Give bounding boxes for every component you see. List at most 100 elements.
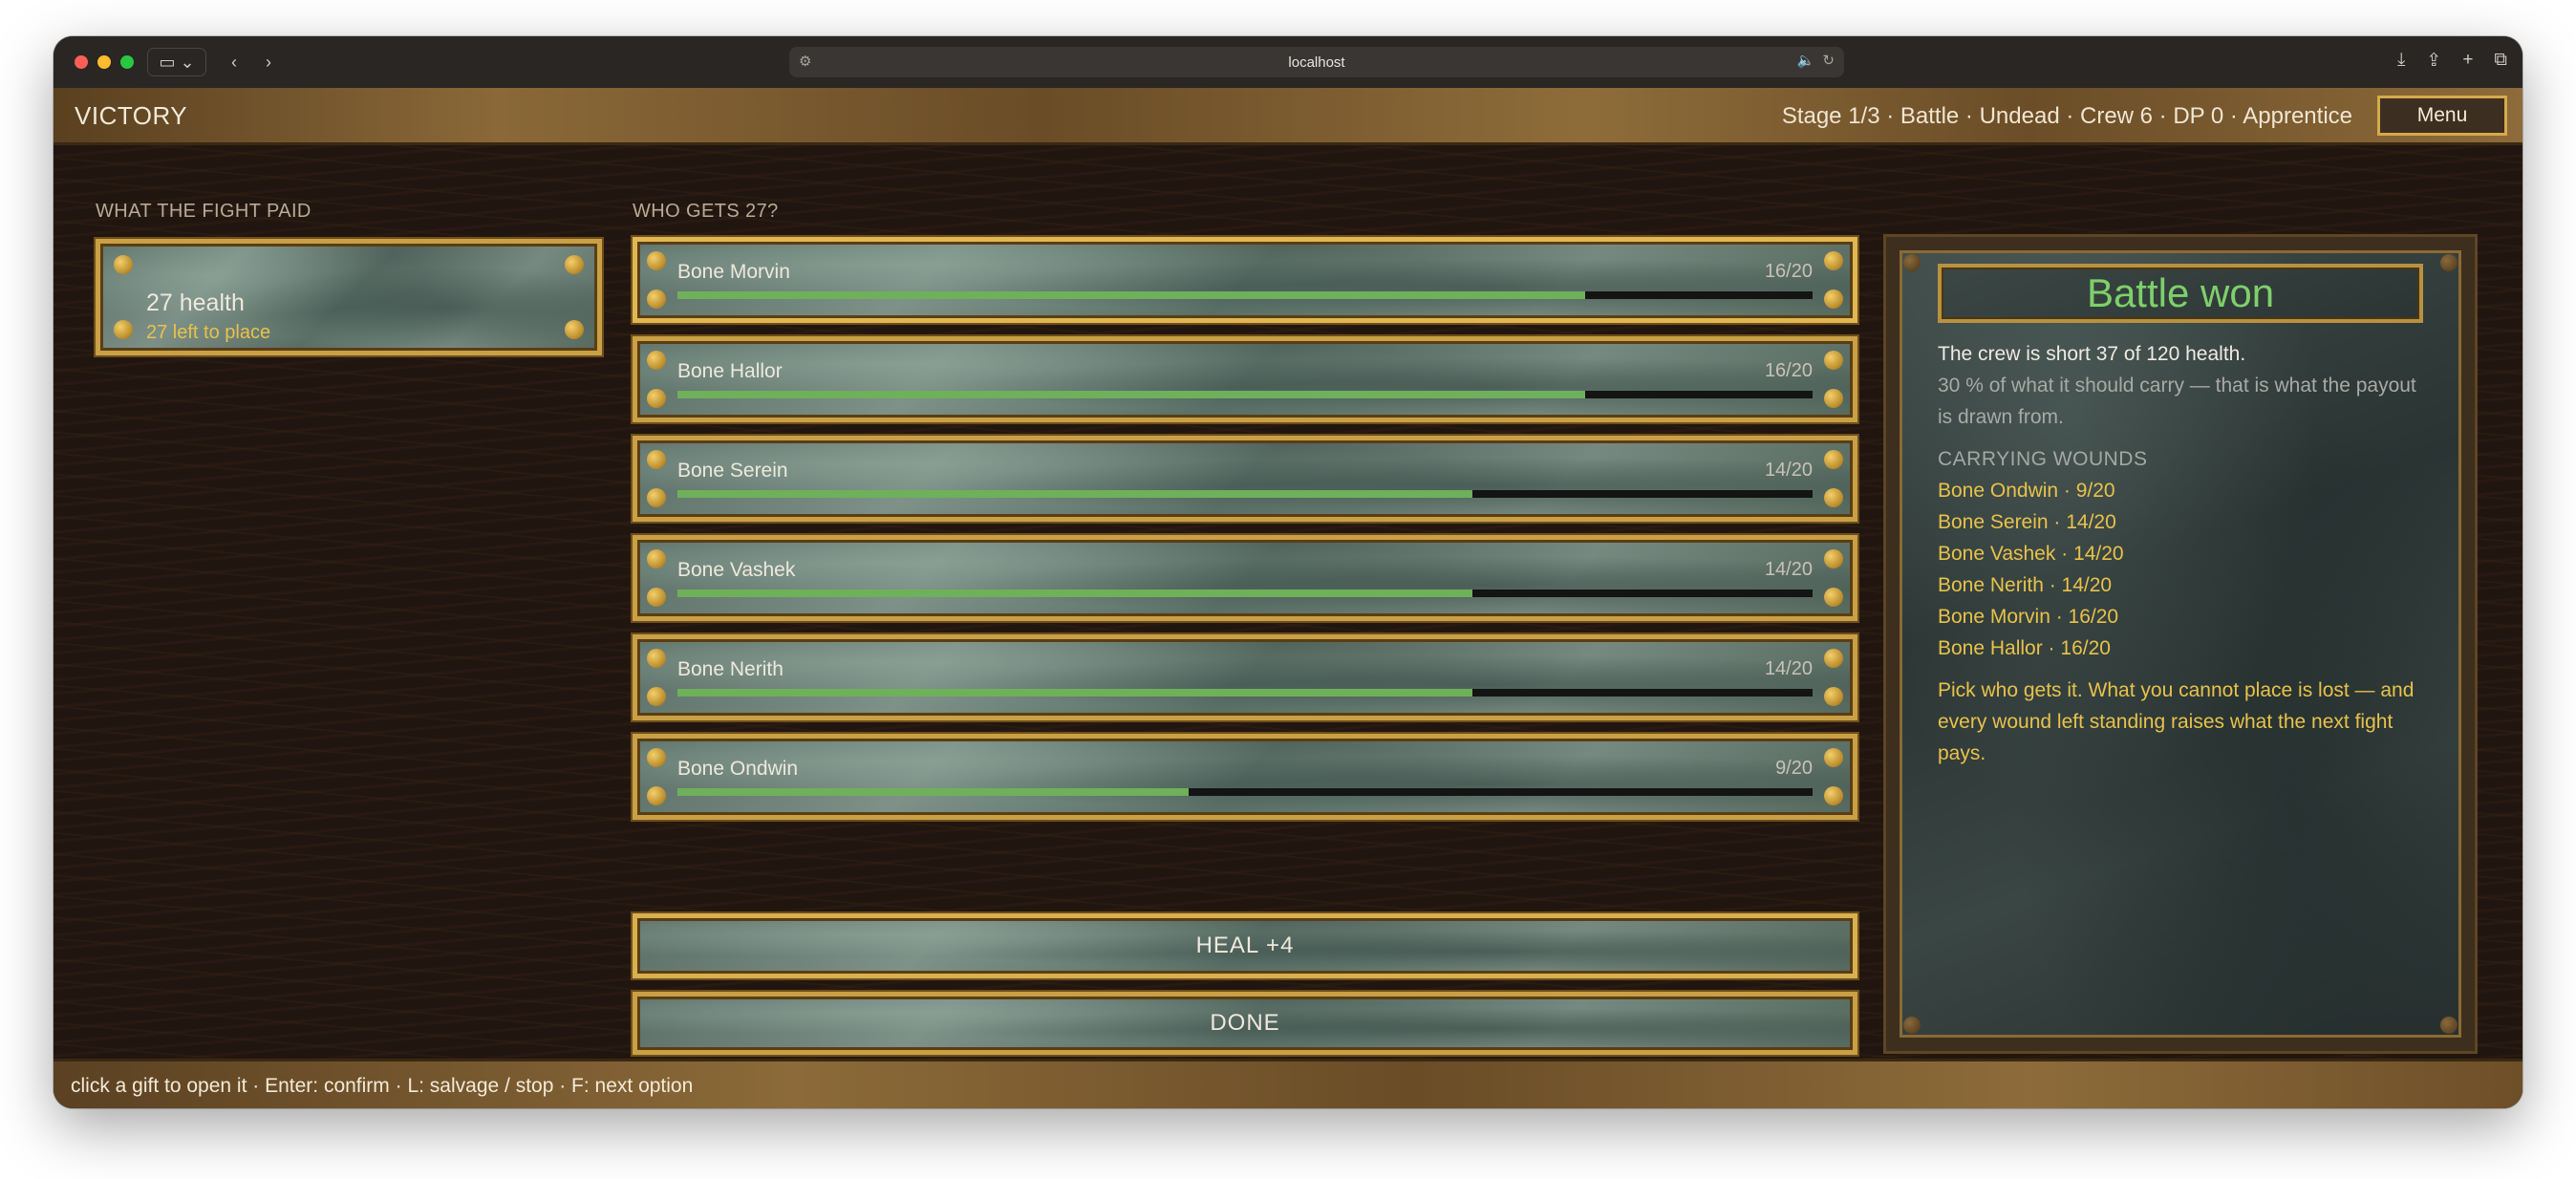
- rivet-icon: [1824, 389, 1843, 408]
- rivet-icon: [647, 786, 666, 805]
- hp-bar: [677, 490, 1813, 498]
- hp-bar: [677, 391, 1813, 398]
- rivet-icon: [647, 450, 666, 469]
- wounds-list: Bone Ondwin · 9/20 Bone Serein · 14/20 Bon…: [1938, 475, 2435, 664]
- hp-bar: [677, 291, 1813, 299]
- hp-bar: [677, 689, 1813, 697]
- hp-bar: [677, 788, 1813, 796]
- zoom-window-button[interactable]: [120, 55, 134, 69]
- rivet-icon: [1903, 1017, 1921, 1034]
- crew-row[interactable]: Bone Hallor 16/20: [633, 336, 1857, 422]
- crew-name: Bone Hallor: [677, 360, 783, 382]
- game-screen: VICTORY Stage 1/3 · Battle · Undead · Cr…: [54, 88, 2522, 1108]
- rivet-icon: [647, 649, 666, 668]
- instruction-text: Pick who gets it. What you cannot place …: [1938, 679, 2415, 764]
- wound-entry: Bone Vashek · 14/20: [1938, 543, 2124, 565]
- address-text: localhost: [1288, 54, 1345, 71]
- crew-hp-text: 16/20: [1764, 360, 1813, 381]
- crew-row[interactable]: Bone Morvin 16/20: [633, 237, 1857, 323]
- panel-title: Battle won: [1938, 264, 2423, 323]
- rivet-icon: [565, 255, 584, 274]
- rivet-icon: [1824, 488, 1843, 507]
- rivet-icon: [647, 251, 666, 270]
- site-settings-icon[interactable]: ⚙: [799, 53, 811, 70]
- back-button[interactable]: ‹: [218, 48, 250, 76]
- crew-name: Bone Morvin: [677, 261, 790, 283]
- rivet-icon: [1824, 786, 1843, 805]
- wound-entry: Bone Morvin · 16/20: [1938, 606, 2119, 628]
- chevron-right-icon: ›: [266, 52, 271, 72]
- rivet-icon: [1824, 748, 1843, 767]
- close-window-button[interactable]: [75, 55, 88, 69]
- crew-name: Bone Nerith: [677, 658, 784, 680]
- run-status: Stage 1/3 · Battle · Undead · Crew 6 · D…: [1781, 103, 2352, 129]
- rivet-icon: [647, 289, 666, 309]
- crew-hp-text: 14/20: [1764, 559, 1813, 580]
- chevron-left-icon: ‹: [231, 52, 237, 72]
- sidebar-icon: ▭ ⌄: [159, 52, 195, 72]
- tab-overview-icon[interactable]: ⧉: [2494, 50, 2507, 72]
- rivet-icon: [1824, 649, 1843, 668]
- crew-hp-text: 14/20: [1764, 460, 1813, 481]
- rivet-icon: [647, 687, 666, 706]
- rivet-icon: [1824, 588, 1843, 607]
- rivet-icon: [1824, 289, 1843, 309]
- wounds-heading: CARRYING WOUNDS: [1938, 448, 2148, 470]
- crew-hp-text: 14/20: [1764, 658, 1813, 679]
- rivet-icon: [647, 588, 666, 607]
- share-icon[interactable]: ⇪: [2426, 50, 2441, 72]
- rivet-icon: [647, 488, 666, 507]
- crew-row[interactable]: Bone Serein 14/20: [633, 436, 1857, 522]
- download-icon[interactable]: ⤓: [2397, 50, 2405, 72]
- rivet-icon: [1824, 549, 1843, 568]
- rivet-icon: [647, 351, 666, 370]
- done-button[interactable]: DONE: [633, 992, 1857, 1055]
- crew-row[interactable]: Bone Nerith 14/20: [633, 634, 1857, 720]
- rivet-icon: [1824, 687, 1843, 706]
- rivet-icon: [1903, 254, 1921, 271]
- payout-note: 30 % of what it should carry — that is w…: [1938, 375, 2416, 428]
- hp-bar: [677, 590, 1813, 597]
- browser-window: ▭ ⌄ ‹ › ⚙ localhost 🔈 ↻ ⤓ ⇪ + ⧉ VICTORY …: [54, 36, 2522, 1108]
- window-controls: [75, 55, 134, 69]
- audio-playing-icon[interactable]: 🔈: [1797, 52, 1815, 69]
- hp-bar-fill: [677, 391, 1586, 398]
- address-bar[interactable]: ⚙ localhost 🔈 ↻: [789, 47, 1844, 77]
- heal-button[interactable]: HEAL +4: [633, 913, 1857, 978]
- reward-remaining: 27 left to place: [146, 322, 271, 343]
- rivet-icon: [1824, 351, 1843, 370]
- rivet-icon: [2440, 1017, 2458, 1034]
- reward-section-label: WHAT THE FIGHT PAID: [96, 201, 311, 222]
- rivet-icon: [1824, 251, 1843, 270]
- crew-hp-text: 16/20: [1764, 261, 1813, 282]
- forward-button[interactable]: ›: [252, 48, 285, 76]
- crew-name: Bone Vashek: [677, 559, 796, 581]
- crew-row[interactable]: Bone Ondwin 9/20: [633, 734, 1857, 820]
- crew-name: Bone Ondwin: [677, 758, 799, 780]
- rivet-icon: [565, 320, 584, 339]
- reward-amount: 27 health: [146, 289, 245, 316]
- hp-bar-fill: [677, 788, 1189, 796]
- crew-row[interactable]: Bone Vashek 14/20: [633, 535, 1857, 621]
- rivet-icon: [114, 255, 133, 274]
- new-tab-icon[interactable]: +: [2462, 50, 2473, 72]
- reward-card[interactable]: 27 health 27 left to place: [96, 239, 602, 355]
- wound-entry: Bone Hallor · 16/20: [1938, 637, 2111, 659]
- minimize-window-button[interactable]: [97, 55, 111, 69]
- top-bar: VICTORY Stage 1/3 · Battle · Undead · Cr…: [54, 88, 2522, 145]
- crew-hp-text: 9/20: [1775, 758, 1813, 779]
- reload-icon[interactable]: ↻: [1822, 52, 1835, 69]
- wound-entry: Bone Serein · 14/20: [1938, 511, 2116, 533]
- rivet-icon: [2440, 254, 2458, 271]
- hp-bar-fill: [677, 291, 1586, 299]
- hp-bar-fill: [677, 490, 1472, 498]
- crew-name: Bone Serein: [677, 460, 788, 482]
- health-shortfall: The crew is short 37 of 120 health.: [1938, 343, 2246, 365]
- sidebar-toggle-button[interactable]: ▭ ⌄: [147, 48, 206, 76]
- rivet-icon: [647, 549, 666, 568]
- wound-entry: Bone Nerith · 14/20: [1938, 574, 2113, 596]
- crew-section-label: WHO GETS 27?: [633, 201, 779, 222]
- menu-button[interactable]: Menu: [2377, 96, 2507, 136]
- wound-entry: Bone Ondwin · 9/20: [1938, 480, 2115, 502]
- rivet-icon: [647, 389, 666, 408]
